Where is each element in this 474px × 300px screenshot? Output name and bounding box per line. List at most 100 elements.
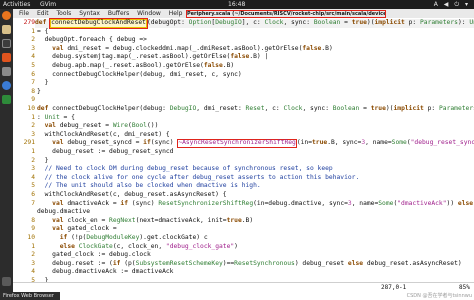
- code-token: true: [226, 216, 242, 224]
- settings-icon[interactable]: [2, 67, 11, 76]
- code-token: )): [446, 199, 458, 207]
- code-token: Some: [391, 139, 407, 147]
- code-token: )==: [222, 259, 235, 267]
- line-number: 7: [23, 199, 35, 207]
- code-line[interactable]: // The unit should also be clocked when …: [37, 182, 261, 191]
- firefox-icon[interactable]: [2, 11, 11, 20]
- menu-edit[interactable]: Edit: [37, 9, 49, 18]
- menu-syntax[interactable]: Syntax: [79, 9, 100, 18]
- code-line[interactable]: val dmi_reset = debug.clockeddmi.map(_.d…: [37, 45, 333, 54]
- code-line[interactable]: }: [37, 88, 41, 97]
- store-icon[interactable]: [2, 53, 11, 62]
- line-number: 5: [23, 62, 35, 69]
- code-token: p:: [404, 19, 421, 26]
- code-line[interactable]: // Need to clock DM during debug_reset b…: [37, 165, 333, 174]
- line-number: 6: [23, 191, 35, 198]
- code-line[interactable]: withClockAndReset(c, debug_reset.asAsync…: [37, 191, 227, 200]
- files-icon[interactable]: [2, 25, 11, 34]
- clock[interactable]: 16:48: [228, 0, 245, 9]
- code-line[interactable]: }: [37, 79, 49, 88]
- menu-help[interactable]: Help: [169, 9, 183, 18]
- code-line[interactable]: def connectDebugClockAndReset(debugOpt: …: [35, 18, 474, 29]
- activities-button[interactable]: Activities: [3, 0, 30, 9]
- code-line[interactable]: val gated_clock =: [37, 225, 116, 234]
- code-line[interactable]: debug.reset := (if (p(SubsystemResetSche…: [37, 260, 462, 269]
- code-token: ) debug_reset: [294, 259, 348, 267]
- code-line[interactable]: val dmactiveAck = if (sync) ResetSynchro…: [37, 200, 473, 209]
- code-token: , name=: [365, 139, 392, 147]
- code-token: (sync): [150, 139, 178, 147]
- code-token: if: [143, 139, 151, 147]
- code-line[interactable]: debug.dmactiveAck := dmactiveAck: [37, 268, 173, 277]
- help-icon[interactable]: [2, 81, 11, 90]
- code-line[interactable]: debugOpt.foreach { debug =>: [37, 36, 147, 45]
- code-line[interactable]: : Unit = {: [37, 114, 75, 123]
- code-token: Boolean: [332, 105, 360, 112]
- line-number: 10: [23, 234, 35, 241]
- line-number: 9: [23, 96, 35, 104]
- code-token: debug.dmactive: [37, 208, 91, 216]
- code-token: debug_reset := debug_reset_syncd: [37, 148, 174, 155]
- code-token: true: [370, 105, 386, 112]
- line-number: 1: [23, 242, 35, 250]
- code-token: SubsystemResetSchemeKey: [135, 259, 223, 267]
- line-number: 291: [23, 139, 35, 147]
- code-line[interactable]: val clock_en = RegNext(next=dmactiveAck,…: [37, 217, 253, 226]
- code-token: ).get.clockGate) c: [139, 234, 208, 241]
- apps-icon[interactable]: [2, 277, 11, 286]
- code-token: connectDebugClockHelper(debug, dmi_reset…: [37, 70, 242, 78]
- code-token: def: [37, 105, 49, 112]
- code-line[interactable]: val debug_reset = Wire(Bool()): [37, 122, 159, 131]
- code-token: = {: [37, 27, 49, 35]
- code-token: debug.systemjtag.map(_.reset.asBool).get…: [37, 53, 231, 61]
- code-editor[interactable]: 279 def connectDebugClockAndReset(debugOp…: [13, 18, 474, 282]
- line-number: 279: [23, 19, 35, 26]
- taskbar-tooltip: Firefox Web Browser: [0, 292, 60, 300]
- code-line[interactable]: def connectDebugClockHelper(debug: Debug…: [37, 105, 474, 114]
- line-number: 6: [23, 70, 35, 78]
- menu-file[interactable]: File: [19, 9, 29, 18]
- vim-icon[interactable]: [2, 95, 11, 104]
- code-token: =: [359, 105, 371, 112]
- code-line[interactable]: debug_reset := debug_reset_syncd: [37, 148, 173, 157]
- code-line[interactable]: debug.dmactive: [37, 208, 90, 217]
- code-token: withClockAndReset(c, dmi_reset) {: [37, 130, 170, 138]
- code-token: "debug_reset_sync": [410, 139, 474, 147]
- code-token: ()): [146, 122, 159, 130]
- terminal-icon[interactable]: [2, 39, 11, 48]
- menu-tools[interactable]: Tools: [57, 9, 72, 18]
- code-token: Unit: [44, 113, 60, 121]
- code-line[interactable]: gated_clock := debug.clock: [37, 251, 151, 260]
- line-number: 5: [23, 182, 35, 190]
- code-line[interactable]: else ClockGate(c, clock_en, "debug_clock…: [37, 243, 238, 252]
- line-number: 8: [23, 216, 35, 224]
- code-line[interactable]: val debug_reset_syncd = if(sync) ~AsyncR…: [37, 139, 474, 149]
- code-token: (!p(: [67, 234, 87, 241]
- code-line[interactable]: debug.systemjtag.map(_.reset.asBool).get…: [37, 53, 268, 62]
- app-menu[interactable]: GVim: [40, 0, 56, 9]
- menu-buffers[interactable]: Buffers: [108, 9, 129, 18]
- code-token: Wire: [112, 122, 129, 130]
- code-line[interactable]: // the clock alive for one cycle after d…: [37, 174, 360, 183]
- code-line[interactable]: if (!p(DebugModuleKey).get.clockGate) c: [37, 234, 208, 243]
- code-line[interactable]: = {: [37, 28, 48, 37]
- code-line[interactable]: connectDebugClockHelper(debug, dmi_reset…: [37, 71, 242, 80]
- line-number: 2: [23, 122, 35, 130]
- code-token: withClockAndReset(c, debug_reset.asAsync…: [37, 191, 227, 198]
- code-token: debugOpt.foreach { debug =>: [37, 36, 147, 44]
- code-line[interactable]: }: [37, 157, 49, 166]
- code-token: (p(: [120, 259, 136, 267]
- code-line[interactable]: debug.apb.map(_.reset.asBool).getOrElse(…: [37, 62, 234, 71]
- code-token: val: [52, 225, 64, 233]
- menu-window[interactable]: Window: [137, 9, 161, 18]
- code-token: Clock: [264, 19, 284, 26]
- code-token: Bool: [131, 122, 147, 130]
- code-token: (in=: [296, 139, 313, 147]
- system-tray[interactable]: A ◀ ⏻ ▾: [434, 0, 470, 9]
- code-token: DebugIO: [169, 105, 197, 112]
- code-token: dmactiveAck =: [63, 199, 121, 207]
